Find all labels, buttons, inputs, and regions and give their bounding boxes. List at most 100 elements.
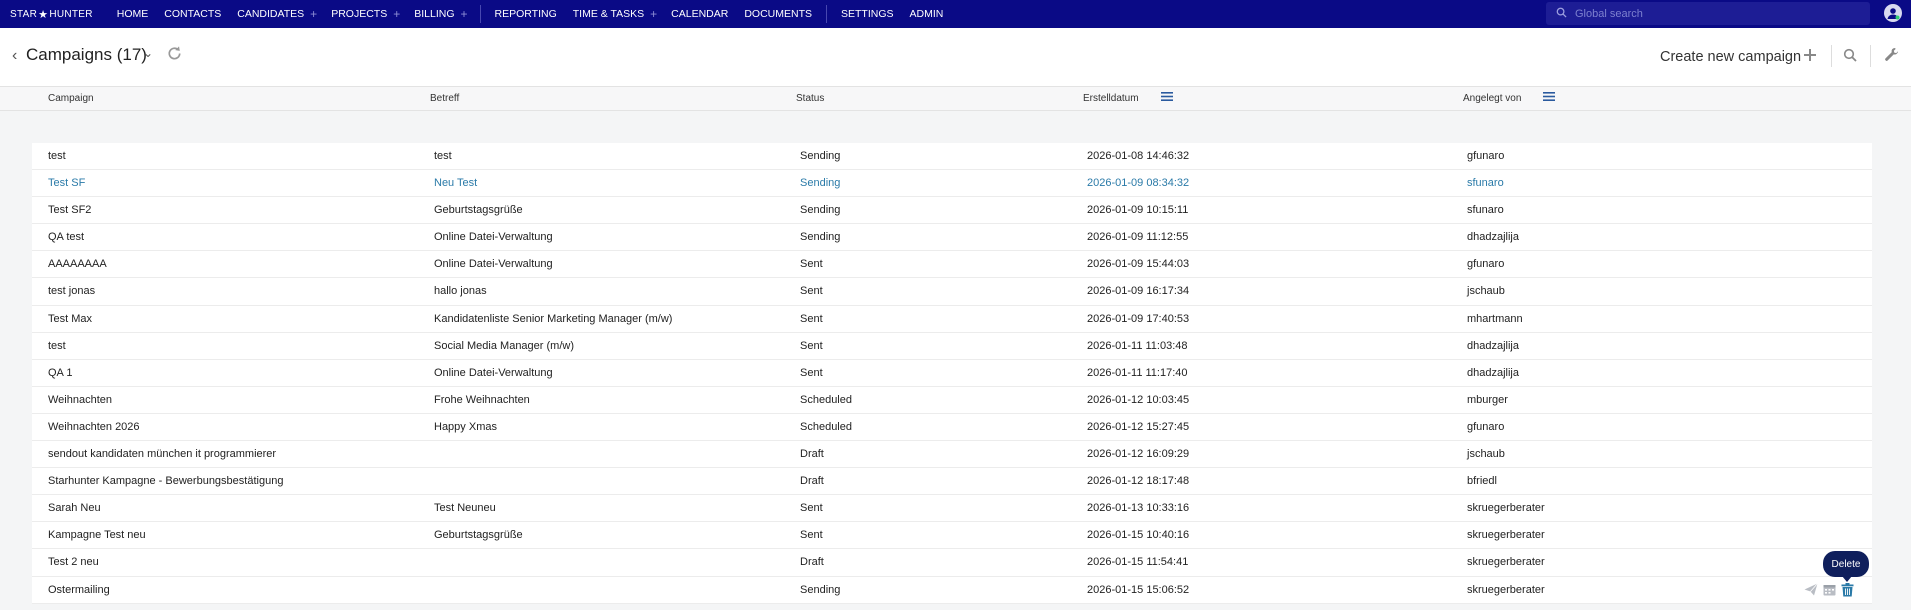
- delete-icon[interactable]: [1841, 582, 1854, 600]
- global-search[interactable]: [1546, 2, 1870, 25]
- table-row[interactable]: Kampagne Test neu Geburtstagsgrüße Sent 202…: [32, 522, 1872, 550]
- add-icon[interactable]: +: [393, 0, 400, 28]
- nav-item-time-tasks[interactable]: TIME & TASKS +: [565, 0, 663, 28]
- column-header-status[interactable]: Status: [796, 93, 824, 104]
- table-row[interactable]: Ostermailing Sending 2026-01-15 15:06:52 sk…: [32, 577, 1872, 604]
- cell-created: 2026-01-12 16:09:29: [1087, 448, 1190, 461]
- cell-created-by: dhadzajlija: [1467, 366, 1519, 379]
- cell-status: Draft: [800, 475, 824, 488]
- cell-subject: Neu Test: [434, 177, 478, 190]
- nav-divider: [479, 5, 481, 23]
- table-row[interactable]: Starhunter Kampagne - Bewerbungsbestätig…: [32, 468, 1872, 496]
- table-row[interactable]: Weihnachten Frohe Weihnachten Scheduled 202…: [32, 387, 1872, 414]
- table-row[interactable]: AAAAAAAA Online Datei-Verwaltung Sent 2026-…: [32, 251, 1872, 279]
- cell-subject: Frohe Weihnachten: [434, 393, 530, 406]
- nav-item-settings[interactable]: SETTINGS: [833, 0, 902, 28]
- cell-campaign: test: [48, 339, 66, 352]
- nav-item-calendar[interactable]: CALENDAR: [663, 0, 736, 28]
- add-icon[interactable]: +: [310, 0, 317, 28]
- nav-item-label: HOME: [116, 8, 149, 20]
- cell-created: 2026-01-09 11:12:55: [1087, 231, 1189, 244]
- cell-created: 2026-01-09 16:17:34: [1087, 285, 1190, 298]
- toolbar-divider: [1870, 45, 1871, 67]
- campaigns-table: test test Sending 2026-01-08 14:46:32 gfunar…: [32, 143, 1872, 604]
- cell-created-by: jschaub: [1467, 448, 1505, 461]
- cell-created-by: sfunaro: [1467, 177, 1504, 190]
- table-row[interactable]: Test SF Neu Test Sending 2026-01-09 08:34:3…: [32, 170, 1872, 198]
- add-icon[interactable]: +: [461, 0, 468, 28]
- top-navbar: STAR ★ HUNTER HOME CONTACTS CANDIDATES + PRO…: [0, 0, 1911, 28]
- table-header: Campaign Betreff Status Erstelldatum Ang…: [0, 86, 1911, 111]
- nav-item-label: CANDIDATES: [237, 8, 305, 20]
- table-row[interactable]: test test Sending 2026-01-08 14:46:32 gfunar…: [32, 143, 1872, 171]
- table-row[interactable]: QA 1 Online Datei-Verwaltung Sent 2026-01-1…: [32, 360, 1872, 387]
- table-row[interactable]: test jonas hallo jonas Sent 2026-01-09 16:1…: [32, 278, 1872, 306]
- add-icon[interactable]: [1804, 44, 1816, 67]
- cell-campaign: test jonas: [48, 285, 96, 298]
- refresh-icon[interactable]: [166, 45, 183, 67]
- nav-item-projects[interactable]: PROJECTS +: [323, 0, 406, 28]
- nav-item-admin[interactable]: ADMIN: [902, 0, 952, 28]
- table-row[interactable]: test Social Media Manager (m/w) Sent 2026-0…: [32, 333, 1872, 360]
- user-avatar-icon[interactable]: [1884, 4, 1902, 22]
- cell-campaign: Test 2 neu: [48, 556, 99, 569]
- nav-item-label: CALENDAR: [671, 8, 729, 20]
- cell-campaign: sendout kandidaten münchen it programmie…: [48, 448, 277, 461]
- cell-created-by: dhadzajlija: [1467, 231, 1519, 244]
- starhunter-logo[interactable]: STAR ★ HUNTER: [10, 8, 93, 21]
- cell-created-by: bfriedl: [1467, 475, 1497, 488]
- nav-item-contacts[interactable]: CONTACTS: [156, 0, 229, 28]
- cell-subject: Online Datei-Verwaltung: [434, 231, 553, 244]
- nav-item-candidates[interactable]: CANDIDATES +: [229, 0, 323, 28]
- column-menu-icon[interactable]: [1543, 90, 1555, 105]
- cell-created-by: skruegerberater: [1467, 529, 1545, 542]
- cell-subject: Happy Xmas: [434, 420, 497, 433]
- cell-campaign: Sarah Neu: [48, 502, 101, 515]
- table-row[interactable]: Test Max Kandidatenliste Senior Marketing…: [32, 306, 1872, 333]
- page-header: ‹ Campaigns (17) ⌄ Create new campaign: [0, 28, 1911, 86]
- toolbar-divider: [1831, 45, 1832, 67]
- column-header-campaign[interactable]: Campaign: [48, 93, 94, 104]
- cell-status: Sent: [800, 529, 823, 542]
- cell-campaign: Kampagne Test neu: [48, 529, 146, 542]
- wrench-icon[interactable]: [1884, 47, 1899, 65]
- search-icon[interactable]: [1843, 48, 1857, 65]
- column-header-subject[interactable]: Betreff: [430, 93, 459, 104]
- cell-subject: test: [434, 150, 452, 162]
- cell-status: Sending: [800, 177, 841, 190]
- add-icon[interactable]: +: [650, 0, 657, 28]
- logo-text-left: STAR: [10, 8, 38, 20]
- nav-item-label: DOCUMENTS: [744, 8, 813, 20]
- cell-subject: Online Datei-Verwaltung: [434, 366, 553, 379]
- table-row[interactable]: Sarah Neu Test Neuneu Sent 2026-01-13 10:33…: [32, 495, 1872, 523]
- cell-created-by: gfunaro: [1467, 420, 1505, 433]
- table-row[interactable]: Test SF2 Geburtstagsgrüße Sending 2026-01-0…: [32, 197, 1872, 225]
- global-search-input[interactable]: [1575, 7, 1855, 20]
- back-chevron-icon[interactable]: ‹: [12, 47, 17, 65]
- nav-item-documents[interactable]: DOCUMENTS: [736, 0, 820, 28]
- title-dropdown-chevron-icon[interactable]: ⌄: [143, 46, 153, 60]
- cell-created: 2026-01-12 15:27:45: [1087, 420, 1190, 433]
- column-header-created-by[interactable]: Angelegt von: [1463, 93, 1521, 104]
- table-row[interactable]: Weihnachten 2026 Happy Xmas Scheduled 2026-…: [32, 414, 1872, 442]
- column-menu-icon[interactable]: [1161, 90, 1173, 105]
- nav-item-billing[interactable]: BILLING +: [406, 0, 473, 28]
- nav-divider: [826, 5, 828, 23]
- nav-item-label: PROJECTS: [331, 8, 388, 20]
- create-new-campaign-button[interactable]: Create new campaign: [1660, 49, 1801, 65]
- cell-campaign: QA test: [48, 231, 85, 244]
- column-header-created[interactable]: Erstelldatum: [1083, 93, 1139, 104]
- nav-item-reporting[interactable]: REPORTING: [487, 0, 565, 28]
- nav-item-home[interactable]: HOME: [109, 0, 157, 28]
- send-icon[interactable]: [1804, 583, 1818, 599]
- cell-created: 2026-01-12 10:03:45: [1087, 393, 1190, 406]
- table-row[interactable]: Test 2 neu Draft 2026-01-15 11:54:41 skrueg…: [32, 549, 1872, 577]
- cell-status: Sent: [800, 258, 823, 271]
- cell-subject: Test Neuneu: [434, 502, 496, 515]
- calendar-icon[interactable]: [1823, 583, 1836, 599]
- cell-created: 2026-01-09 15:44:03: [1087, 258, 1190, 271]
- cell-created: 2026-01-11 11:17:40: [1087, 366, 1188, 379]
- table-row[interactable]: QA test Online Datei-Verwaltung Sending 202…: [32, 224, 1872, 252]
- table-row[interactable]: sendout kandidaten münchen it programmie…: [32, 441, 1872, 469]
- cell-status: Sending: [800, 204, 841, 217]
